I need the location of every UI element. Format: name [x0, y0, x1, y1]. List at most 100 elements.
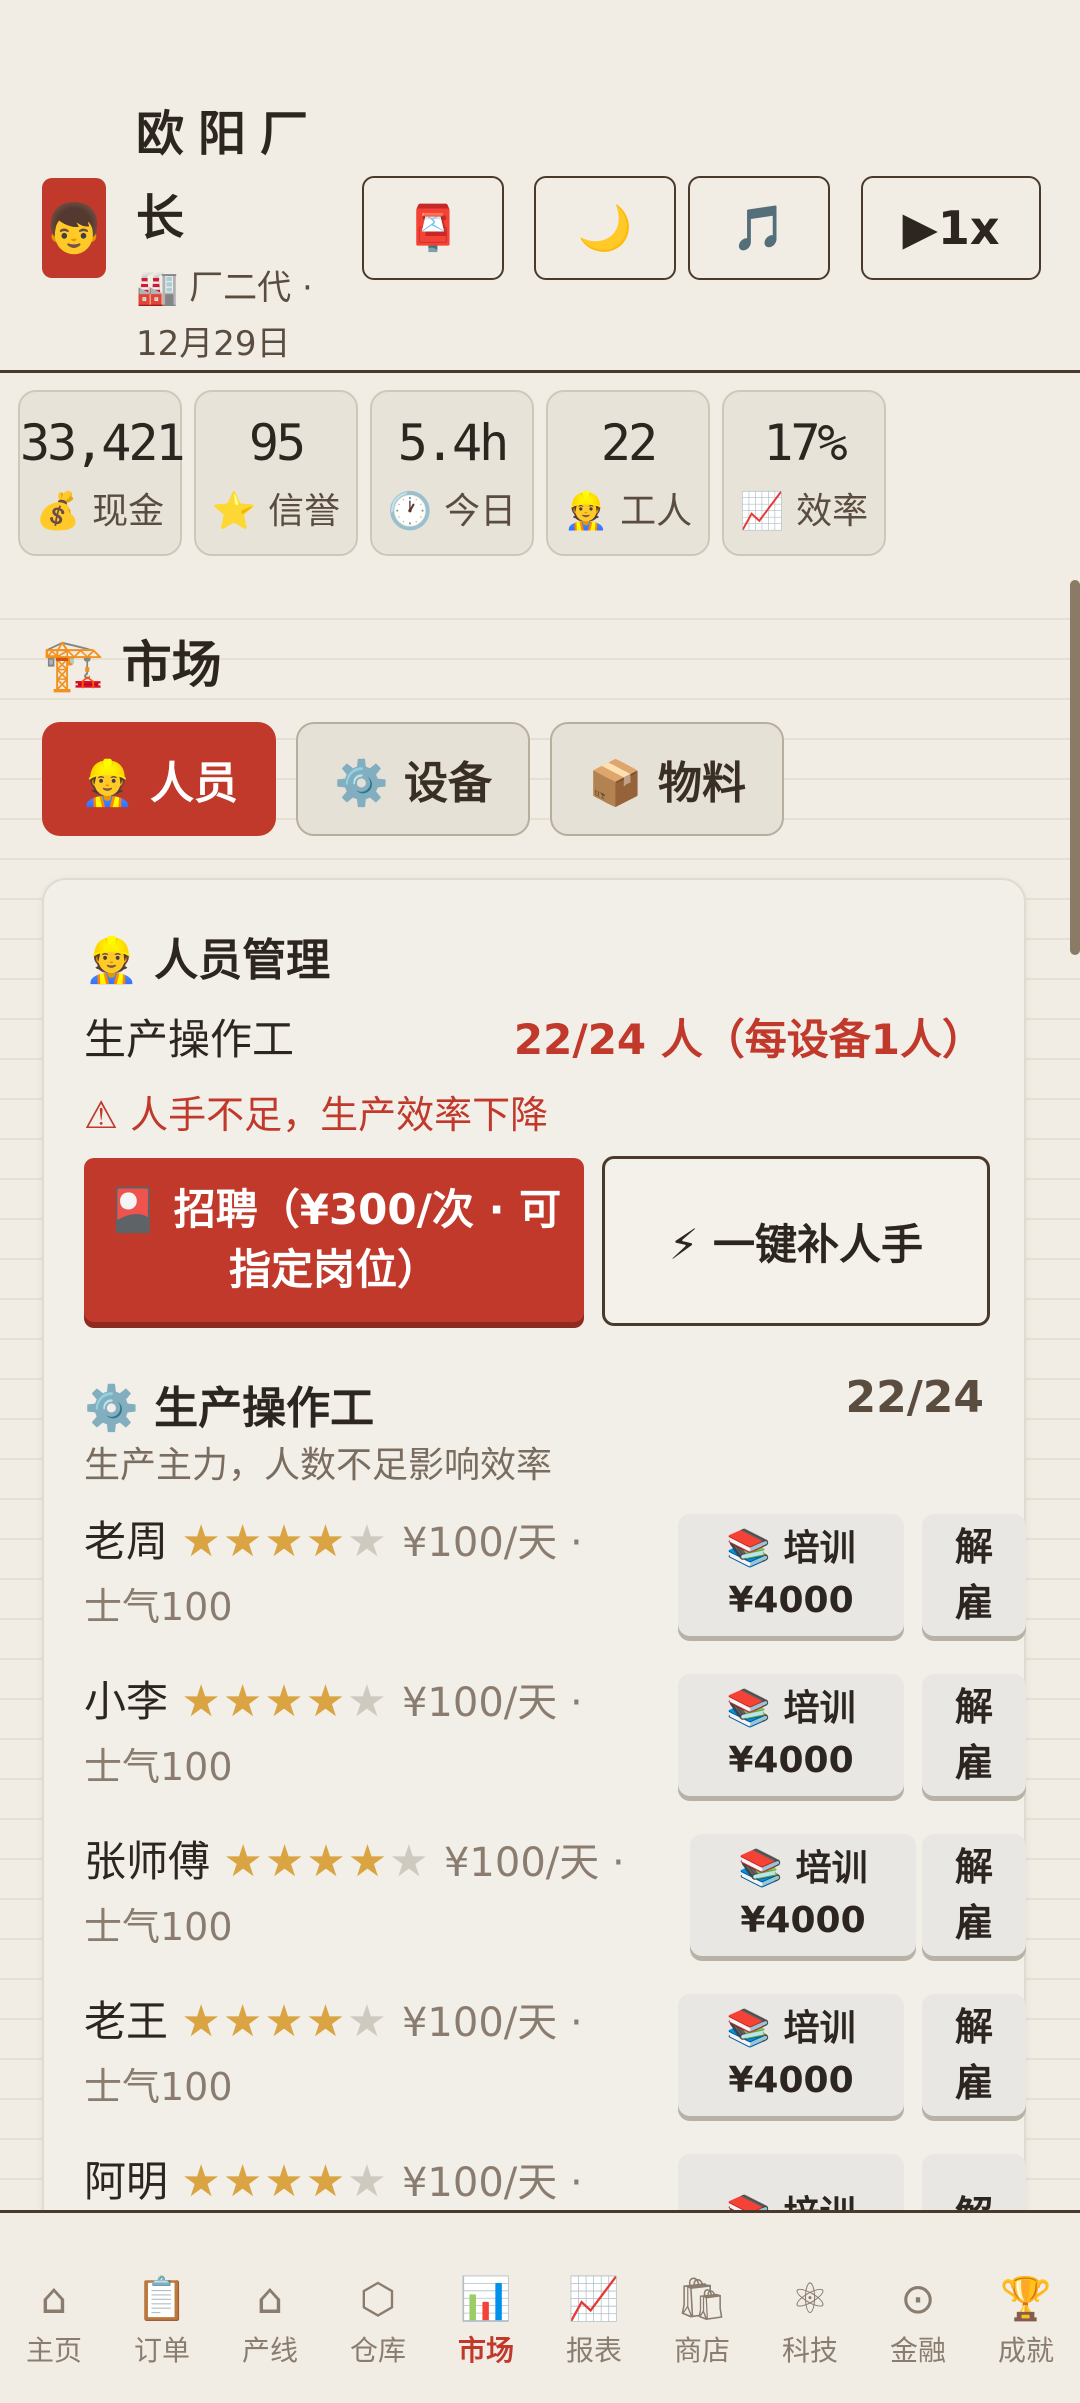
tab-staff[interactable]: 👷 人员 — [42, 722, 276, 836]
list-item: 老周 ★★★★★ ¥100/天 · 士气100 📚 培训 ¥4000 解雇 — [84, 1510, 1026, 1650]
autofill-staff-button[interactable]: ⚡ 一键补人手 — [602, 1156, 990, 1326]
app-header: 👦 欧阳厂长 🏭 厂二代 · 12月29日 📮 🌙 🎵 ▶1x — [0, 0, 1080, 373]
stat-value: 22 — [600, 414, 658, 472]
train-cost: ¥4000 — [728, 1740, 854, 1781]
train-cost: ¥4000 — [728, 1580, 854, 1621]
player-name: 欧阳厂长 — [136, 106, 323, 246]
mail-button[interactable]: 📮 — [362, 176, 504, 280]
atom-icon: ⚛ — [791, 2274, 829, 2323]
stat-value: 5.4h — [397, 414, 509, 472]
train-button[interactable]: 📚 培训 ¥4000 — [678, 1514, 904, 1636]
staff-management-card: 👷 人员管理 生产操作工 22/24 人（每设备1人） ⚠ 人手不足，生产效率下… — [42, 878, 1026, 2210]
nav-label: 市场 — [457, 2334, 514, 2367]
group-title: ⚙️ 生产操作工 — [84, 1383, 375, 1434]
worker-name: 张师傅 — [84, 1837, 211, 1886]
mailbox-icon: 📮 — [405, 203, 461, 254]
fire-button[interactable]: 解雇 — [922, 1834, 1026, 1956]
stat-label: 🕐 今日 — [387, 491, 517, 532]
worker-morale: 士气100 — [84, 2065, 233, 2109]
stars-empty: ★ — [347, 1996, 389, 2047]
player-subtitle: 🏭 厂二代 · 12月29日 — [136, 268, 313, 364]
stars-empty: ★ — [389, 1836, 431, 1887]
worker-info: 小李 ★★★★★ ¥100/天 · 士气100 — [84, 1670, 644, 1799]
worker-info: 阿明 ★★★★★ ¥100/天 · — [84, 2150, 644, 2210]
scrollbar[interactable] — [1070, 580, 1080, 955]
nav-production-line[interactable]: ⌂ 产线 — [216, 2273, 324, 2369]
worker-info: 老王 ★★★★★ ¥100/天 · 士气100 — [84, 1990, 644, 2119]
train-label: 📚 培训 — [726, 1688, 856, 1729]
train-cost: ¥4000 — [740, 1900, 866, 1941]
market-content[interactable]: 🏗️ 市场 👷 人员 ⚙️ 设备 📦 物料 👷 人员管理 生产操作工 22/24… — [0, 580, 1080, 2210]
nav-label: 金融 — [889, 2334, 946, 2367]
train-button[interactable]: 📚 培训 ¥4000 — [678, 1674, 904, 1796]
night-mode-button[interactable]: 🌙 — [534, 176, 676, 280]
train-button[interactable]: 📚 培训 ¥4000 — [690, 1834, 916, 1956]
star-rating: ★★★★★ — [181, 1996, 388, 2047]
fire-button[interactable]: 解雇 — [922, 1514, 1026, 1636]
nav-label: 主页 — [25, 2334, 82, 2367]
stat-label: 📈 效率 — [739, 491, 869, 532]
worker-morale: 士气100 — [84, 1585, 233, 1629]
shopping-bag-icon: 🛍 — [675, 2274, 729, 2323]
stat-label: ⭐ 信誉 — [211, 491, 341, 532]
nav-label: 科技 — [781, 2334, 838, 2367]
worker-info: 老周 ★★★★★ ¥100/天 · 士气100 — [84, 1510, 644, 1639]
worker-wage: ¥100/天 · — [401, 2000, 583, 2046]
star-rating: ★★★★★ — [223, 1836, 430, 1887]
fire-button[interactable]: 解 — [922, 2154, 1026, 2210]
role-count: 22/24 人（每设备1人） — [513, 1015, 984, 1064]
list-item: 老王 ★★★★★ ¥100/天 · 士气100 📚 培训 ¥4000 解雇 — [84, 1990, 1026, 2130]
nav-finance[interactable]: ⊙ 金融 — [864, 2273, 972, 2369]
stat-cash: 33,421 💰 现金 — [18, 390, 186, 556]
worker-info: 张师傅 ★★★★★ ¥100/天 · 士气100 — [84, 1830, 644, 1959]
coin-icon: ⊙ — [900, 2274, 936, 2323]
role-label: 生产操作工 — [84, 1015, 295, 1064]
train-button[interactable]: 📚 培训 ¥4000 — [678, 1994, 904, 2116]
home-icon: ⌂ — [40, 2274, 68, 2323]
avatar[interactable]: 👦 — [42, 178, 106, 278]
train-label: 📚 培训 — [726, 1528, 856, 1569]
stars-filled: ★★★★ — [181, 1676, 348, 1727]
nav-reports[interactable]: 📈 报表 — [540, 2273, 648, 2369]
stat-value: 17% — [763, 414, 847, 472]
tab-equipment[interactable]: ⚙️ 设备 — [296, 722, 530, 836]
stars-filled: ★★★★ — [181, 1996, 348, 2047]
bottom-nav: ⌂ 主页 📋 订单 ⌂ 产线 ⬡ 仓库 📊 市场 📈 报表 🛍 商店 ⚛ 科技 … — [0, 2210, 1080, 2403]
factory-icon: ⌂ — [256, 2274, 284, 2323]
nav-warehouse[interactable]: ⬡ 仓库 — [324, 2273, 432, 2369]
group-count: 22/24 — [845, 1372, 984, 1423]
stars-filled: ★★★★ — [223, 1836, 390, 1887]
nav-shop[interactable]: 🛍 商店 — [648, 2273, 756, 2369]
nav-market[interactable]: 📊 市场 — [432, 2273, 540, 2369]
nav-label: 仓库 — [349, 2334, 406, 2367]
nav-achievements[interactable]: 🏆 成就 — [972, 2273, 1080, 2369]
worker-name: 老王 — [84, 1997, 169, 2046]
stat-value: 33,421 — [20, 414, 186, 472]
train-button[interactable]: 📚 培训 — [678, 2154, 904, 2210]
stat-reputation: 95 ⭐ 信誉 — [194, 390, 358, 556]
nav-home[interactable]: ⌂ 主页 — [0, 2273, 108, 2369]
box-icon: ⬡ — [359, 2274, 397, 2323]
stat-workers: 22 👷 工人 — [546, 390, 710, 556]
recruit-button[interactable]: 🎴 招聘（¥300/次 · 可指定岗位） — [84, 1158, 584, 1322]
clipboard-icon: 📋 — [135, 2274, 189, 2323]
moon-icon: 🌙 — [577, 203, 633, 254]
tab-materials[interactable]: 📦 物料 — [550, 722, 784, 836]
stars-filled: ★★★★ — [181, 2156, 348, 2207]
music-button[interactable]: 🎵 — [688, 176, 830, 280]
fire-button[interactable]: 解雇 — [922, 1674, 1026, 1796]
nav-orders[interactable]: 📋 订单 — [108, 2273, 216, 2369]
worker-name: 阿明 — [84, 2157, 169, 2206]
nav-tech[interactable]: ⚛ 科技 — [756, 2273, 864, 2369]
group-description: 生产主力，人数不足影响效率 — [84, 1445, 553, 1486]
fire-button[interactable]: 解雇 — [922, 1994, 1026, 2116]
page-title: 🏗️ 市场 — [42, 636, 222, 694]
speed-button[interactable]: ▶1x — [861, 176, 1041, 280]
stars-filled: ★★★★ — [181, 1516, 348, 1567]
worker-morale: 士气100 — [84, 1905, 233, 1949]
music-icon: 🎵 — [731, 203, 787, 254]
train-label: 📚 培训 — [726, 2008, 856, 2049]
stat-value: 95 — [248, 414, 306, 472]
list-item: 阿明 ★★★★★ ¥100/天 · 📚 培训 解 — [84, 2150, 1026, 2210]
star-rating: ★★★★★ — [181, 1676, 388, 1727]
